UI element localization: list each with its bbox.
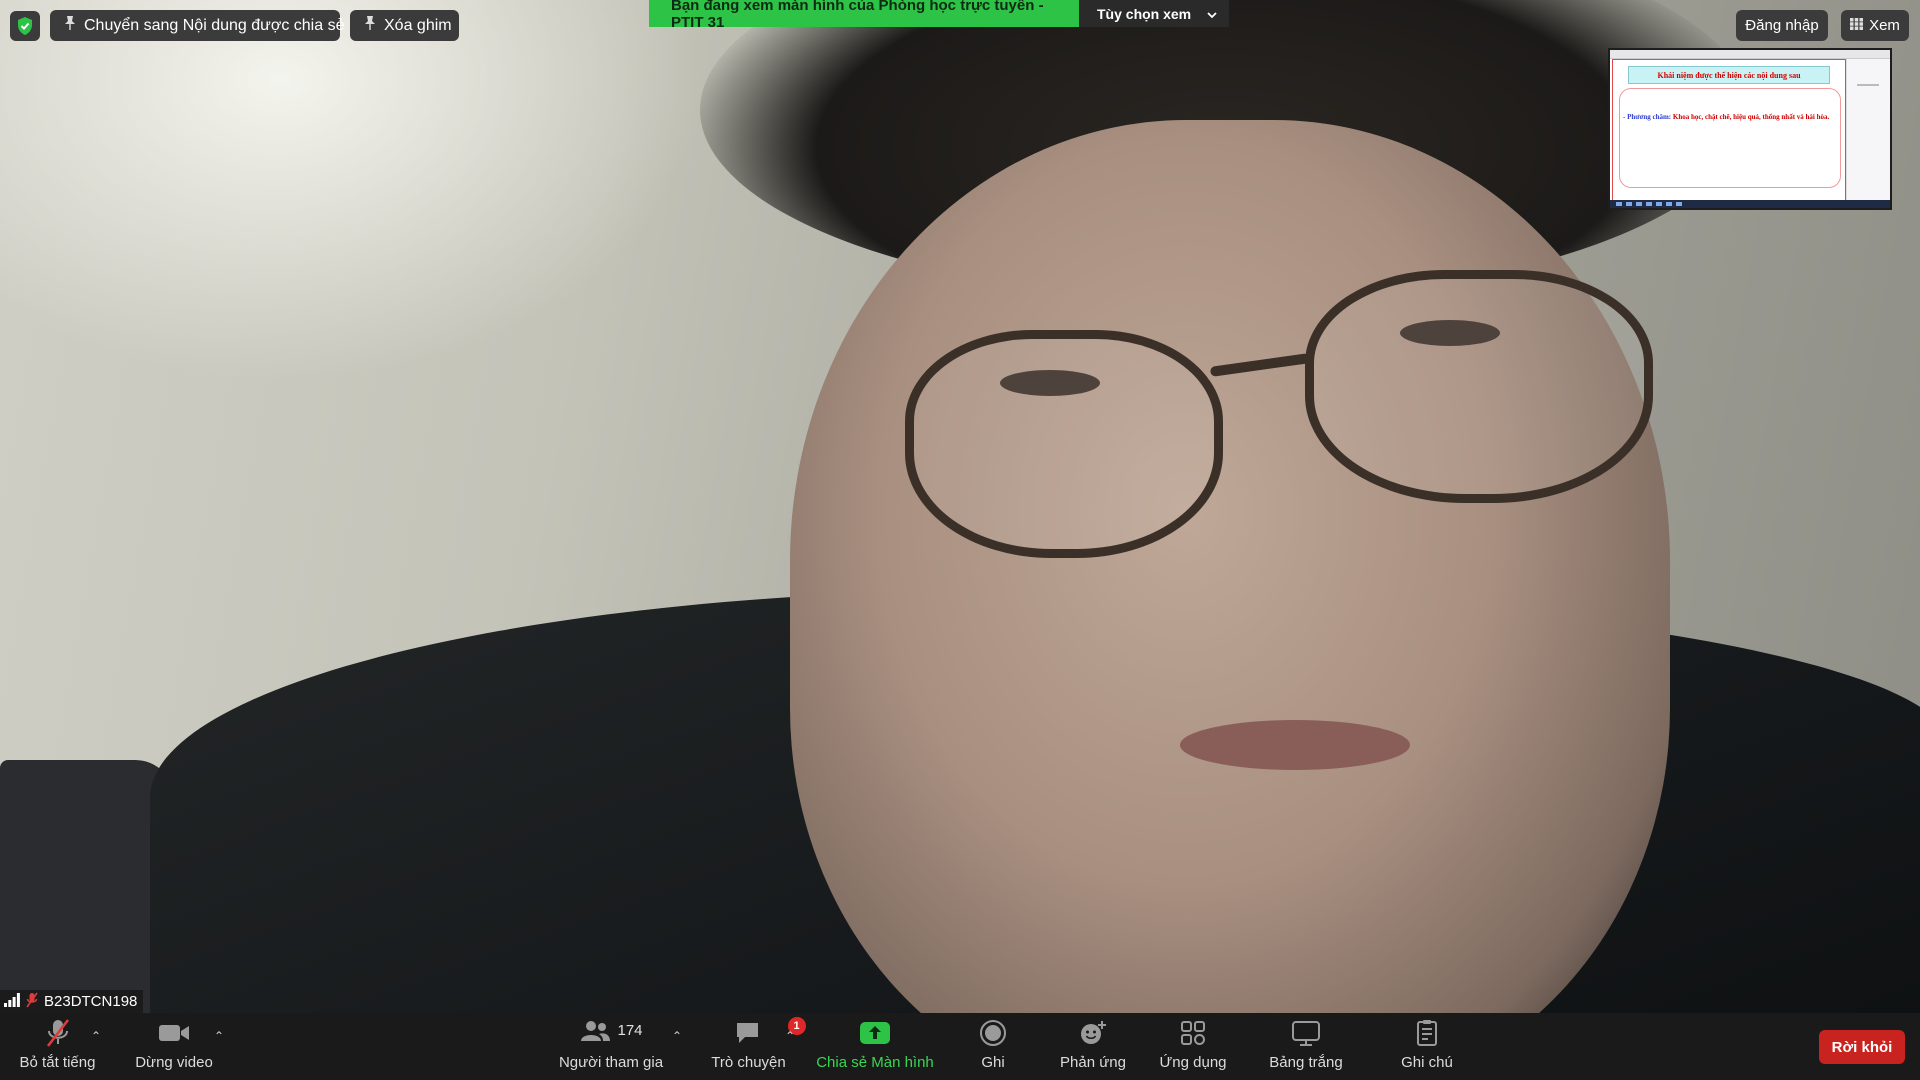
stop-video-label: Dừng video [135,1054,213,1071]
participants-button[interactable]: 174 Người tham gia [551,1013,671,1080]
mute-button[interactable]: Bỏ tắt tiếng [10,1013,105,1080]
participant-name-tag: B23DTCN198 [0,990,144,1013]
view-button[interactable]: Xem [1841,10,1909,41]
chat-button[interactable]: 1 Trò chuyện [700,1013,806,1080]
signal-strength-icon [4,992,20,1011]
video-camera-icon [158,1013,190,1053]
pin-icon [64,15,76,36]
view-options-label: Tùy chọn xem [1097,5,1192,22]
switch-to-shared-content-label: Chuyển sang Nội dung được chia sẻ [84,16,345,34]
muted-mic-icon [44,1013,72,1053]
unpin-label: Xóa ghim [384,16,452,34]
apps-icon [1179,1013,1207,1053]
shared-side-panel [1846,59,1890,204]
participant-name: B23DTCN198 [44,993,138,1010]
notes-label: Ghi chú [1401,1054,1453,1071]
chat-label: Trò chuyện [711,1054,786,1071]
share-screen-label: Chia sẻ Màn hình [816,1054,934,1071]
stop-video-button[interactable]: Dừng video [128,1013,220,1080]
mute-options-chevron-icon[interactable]: ⌃ [91,1029,101,1043]
slide-content-box [1619,88,1841,188]
view-label: Xem [1869,17,1900,34]
sign-in-label: Đăng nhập [1745,17,1819,34]
apps-label: Ứng dụng [1159,1054,1227,1071]
chat-bubble-icon: 1 [734,1013,806,1053]
whiteboard-button[interactable]: Bảng trắng [1261,1013,1351,1080]
share-screen-icon [859,1013,891,1053]
switch-to-shared-content-button[interactable]: Chuyển sang Nội dung được chia sẻ [50,10,344,41]
leave-label: Rời khỏi [1831,1038,1893,1056]
shared-window-titlebar [1610,50,1890,59]
pin-icon [364,15,376,36]
whiteboard-icon [1291,1013,1321,1053]
shared-slide: Khái niệm được thể hiện các nội dung sau… [1612,59,1846,206]
meeting-toolbar: Bỏ tắt tiếng ⌃ Dừng video ⌃ 174 Người th… [0,1013,1920,1080]
notes-button[interactable]: Ghi chú [1393,1013,1461,1080]
participants-options-chevron-icon[interactable]: ⌃ [672,1029,682,1043]
whiteboard-label: Bảng trắng [1269,1054,1343,1071]
participants-icon [579,1019,611,1048]
chat-options-chevron-icon[interactable]: ⌃ [785,1029,795,1043]
banner-message: Bạn đang xem màn hình của Phòng học trực… [649,0,1079,31]
view-options-button[interactable]: Tùy chọn xem [1079,0,1229,27]
slide-bullet-lead: - Phương châm: [1623,113,1672,121]
chevron-down-icon [1207,6,1217,22]
unpin-button[interactable]: Xóa ghim [350,10,459,41]
viewing-screen-banner: Bạn đang xem màn hình của Phòng học trực… [649,0,1229,31]
shared-taskbar [1610,200,1890,208]
apps-button[interactable]: Ứng dụng [1155,1013,1231,1080]
security-shield-icon[interactable] [10,11,40,41]
video-options-chevron-icon[interactable]: ⌃ [214,1029,224,1043]
reactions-label: Phản ứng [1060,1054,1126,1071]
slide-title: Khái niệm được thể hiện các nội dung sau [1628,66,1830,84]
participants-count: 174 [617,1021,643,1039]
grid-icon [1850,17,1864,34]
participants-label: Người tham gia [558,1054,664,1071]
record-icon [979,1013,1007,1053]
slide-bullet: - Phương châm: Khoa học, chặt chẽ, hiệu … [1623,112,1837,122]
muted-mic-icon [26,992,38,1012]
share-screen-button[interactable]: Chia sẻ Màn hình [808,1013,942,1080]
notes-icon [1415,1013,1439,1053]
record-label: Ghi [981,1054,1005,1071]
sign-in-button[interactable]: Đăng nhập [1736,10,1828,41]
shared-screen-thumbnail[interactable]: Khái niệm được thể hiện các nội dung sau… [1608,48,1892,210]
slide-bullet-text: Khoa học, chặt chẽ, hiệu quả, thống nhất… [1672,113,1830,121]
leave-button[interactable]: Rời khỏi [1819,1030,1905,1064]
smiley-icon [1079,1013,1107,1053]
record-button[interactable]: Ghi [967,1013,1019,1080]
mute-label: Bỏ tắt tiếng [19,1054,96,1071]
reactions-button[interactable]: Phản ứng [1055,1013,1131,1080]
